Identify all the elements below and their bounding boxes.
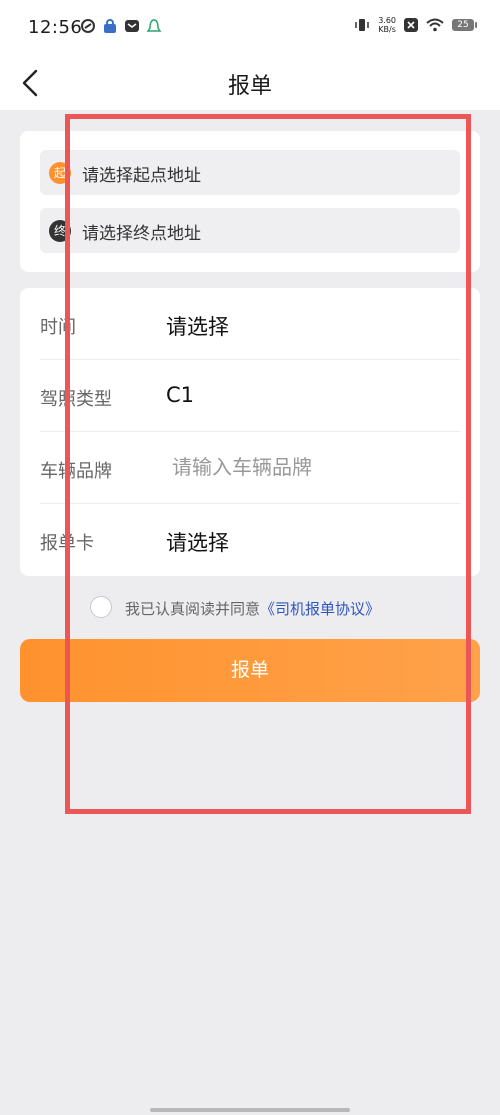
order-card-row[interactable]: 报单卡 请选择 [20, 504, 480, 576]
start-address-field[interactable]: 起 请选择起点地址 [40, 150, 460, 195]
home-indicator[interactable] [150, 1108, 350, 1112]
submit-button[interactable]: 报单 [20, 639, 480, 702]
wifi-icon [426, 18, 444, 32]
address-card: 起 请选择起点地址 终 请选择终点地址 [20, 131, 480, 272]
agreement-text: 我已认真阅读并同意《司机报单协议》 [125, 598, 380, 619]
time-select[interactable]: 请选择 [166, 311, 229, 341]
end-badge: 终 [49, 220, 71, 242]
start-address-placeholder: 请选择起点地址 [82, 166, 201, 186]
vibrate-icon [355, 19, 369, 31]
agreement-row: 我已认真阅读并同意《司机报单协议》 [0, 594, 500, 622]
notification-icons [80, 18, 162, 34]
order-form-card: 时间 请选择 驾照类型 C1 车辆品牌 报单卡 请选择 [20, 288, 480, 576]
license-type-row[interactable]: 驾照类型 C1 [20, 360, 480, 432]
page-title: 报单 [227, 74, 272, 99]
agreement-label: 我已认真阅读并同意 [125, 600, 261, 618]
agreement-link[interactable]: 《司机报单协议》 [260, 600, 380, 618]
close-box-icon [404, 18, 418, 32]
app-notification-icon [104, 19, 116, 33]
license-type-label: 驾照类型 [40, 389, 112, 410]
start-badge: 起 [49, 162, 71, 184]
status-bar: 12:56 3.60 KB/s 25 [0, 0, 500, 56]
app-notification-icon [81, 19, 95, 33]
end-address-placeholder: 请选择终点地址 [82, 224, 201, 244]
nav-bar: 报单 [0, 56, 500, 110]
agreement-radio[interactable] [90, 596, 112, 618]
vehicle-brand-row: 车辆品牌 [20, 432, 480, 504]
order-card-select[interactable]: 请选择 [166, 527, 229, 557]
end-address-field[interactable]: 终 请选择终点地址 [40, 208, 460, 253]
time-row[interactable]: 时间 请选择 [20, 288, 480, 360]
app-notification-icon [146, 19, 162, 32]
system-icons: 3.60 KB/s 25 [354, 16, 477, 34]
mail-icon [125, 20, 139, 32]
time-label: 时间 [40, 317, 76, 338]
status-time: 12:56 [28, 17, 83, 38]
vehicle-brand-label: 车辆品牌 [40, 461, 112, 482]
vehicle-brand-input[interactable] [166, 446, 462, 488]
license-type-value[interactable]: C1 [166, 383, 194, 407]
net-speed: 3.60 KB/s [378, 16, 396, 34]
battery-icon: 25 [452, 19, 477, 31]
order-card-label: 报单卡 [40, 533, 94, 554]
